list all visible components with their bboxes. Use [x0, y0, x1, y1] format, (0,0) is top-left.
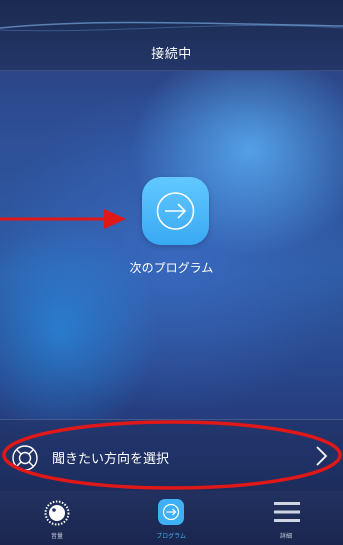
menu-icon	[274, 502, 300, 522]
annotation-arrow	[0, 209, 126, 229]
header-wave-decoration	[0, 21, 343, 32]
next-program-label: 次のプログラム	[129, 261, 214, 275]
next-program-button[interactable]	[142, 177, 209, 245]
connection-status-title: 接続中	[151, 47, 192, 62]
app-screen: 接続中 次のプログラム 聞きたい方向を選択 音量 プログラム 詳細	[0, 0, 343, 545]
tab-volume[interactable]: 音量	[0, 491, 114, 545]
arrow-right-icon	[158, 499, 184, 525]
header-bar: 接続中	[0, 0, 343, 71]
annotation-ellipse	[2, 420, 342, 490]
arrow-right-icon	[156, 192, 195, 230]
tab-program-label: プログラム	[156, 533, 186, 540]
bottom-tab-bar: 音量 プログラム 詳細	[0, 491, 343, 545]
tab-details-label: 詳細	[279, 533, 292, 540]
tab-volume-label: 音量	[50, 533, 63, 540]
tab-program[interactable]: プログラム	[114, 491, 228, 545]
tab-details[interactable]: 詳細	[229, 491, 343, 545]
volume-dial-icon	[44, 500, 70, 526]
